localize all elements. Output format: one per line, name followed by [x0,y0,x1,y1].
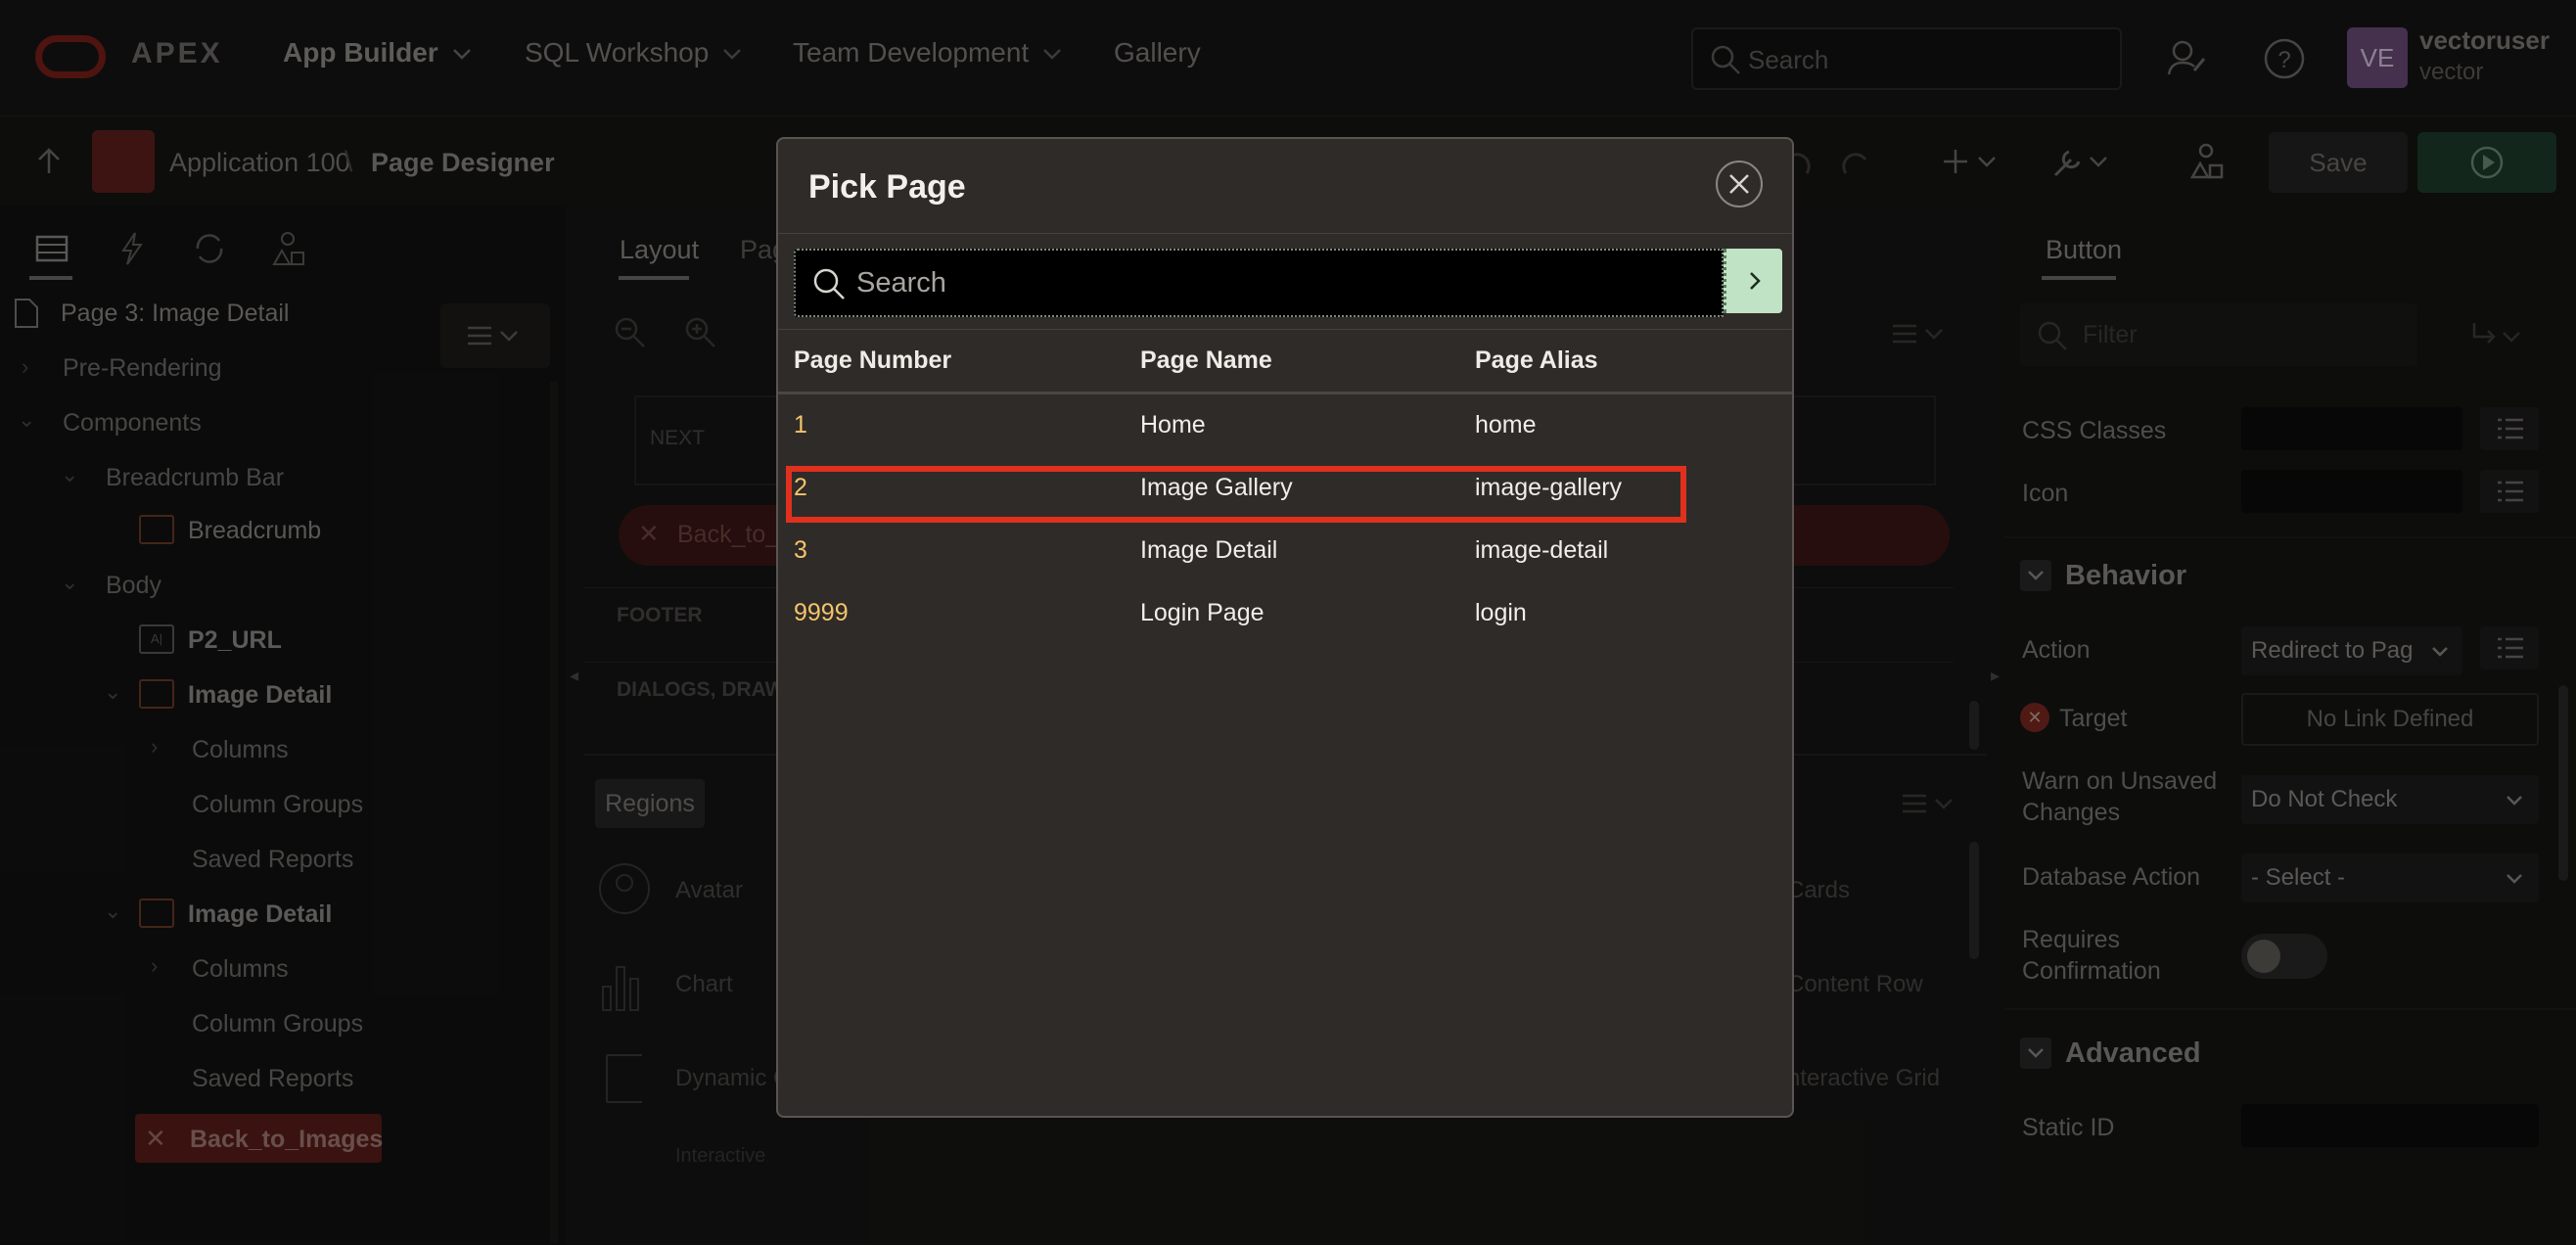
cell-page-name: Login Page [1140,599,1265,626]
cell-page-name: Image Detail [1140,536,1278,564]
cell-page-alias: login [1475,599,1527,626]
column-header-page-number[interactable]: Page Number [794,346,951,375]
column-header-page-alias[interactable]: Page Alias [1475,346,1598,375]
row-highlight-box [786,466,1686,523]
dialog-search: Search [794,249,1782,317]
table-header-divider [778,392,1792,394]
search-go-button[interactable] [1724,249,1782,313]
cell-page-number: 1 [794,411,807,438]
cell-page-number: 3 [794,536,807,564]
header-divider [778,233,1792,234]
pick-page-dialog: Pick Page Search Page Number Page Name P… [776,137,1794,1118]
close-button[interactable] [1716,161,1763,208]
search-icon [813,268,845,300]
chevron-right-icon [1749,272,1761,290]
cell-page-name: Home [1140,411,1206,438]
dialog-search-placeholder: Search [856,267,946,299]
column-header-page-name[interactable]: Page Name [1140,346,1272,375]
cell-page-alias: home [1475,411,1537,438]
close-icon [1729,174,1749,194]
dialog-search-input[interactable]: Search [794,249,1724,317]
cell-page-alias: image-detail [1475,536,1609,564]
search-divider [778,329,1792,330]
dialog-title: Pick Page [808,168,966,206]
table-row[interactable]: 3 Image Detail image-detail [778,521,1792,583]
table-row[interactable]: 9999 Login Page login [778,583,1792,646]
table-row[interactable]: 1 Home home [778,395,1792,458]
cell-page-number: 9999 [794,599,849,626]
